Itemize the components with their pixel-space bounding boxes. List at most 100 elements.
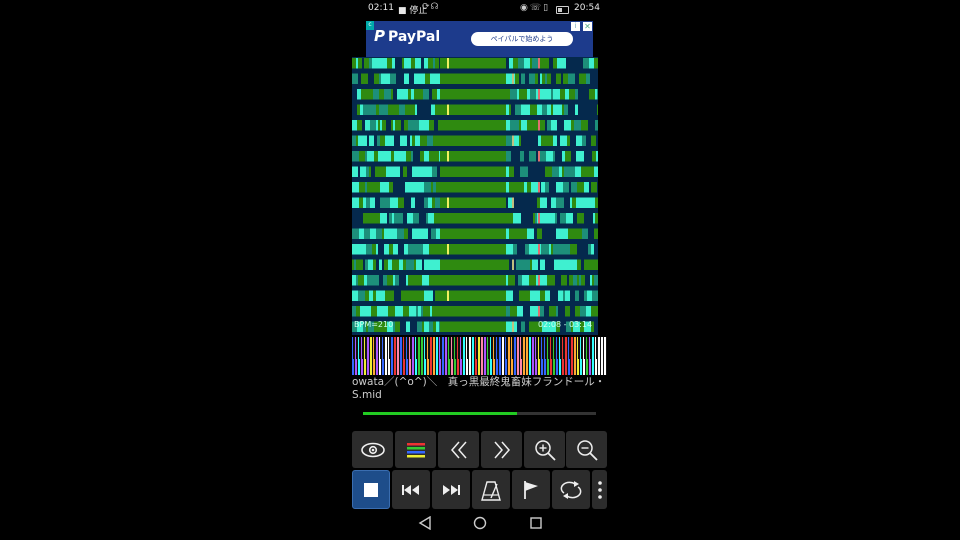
note-block — [535, 213, 537, 224]
note-block — [533, 213, 535, 224]
bpm-readout: BPM=210 — [354, 320, 394, 329]
note-block — [358, 213, 363, 224]
note-block — [569, 166, 575, 177]
note-block — [540, 290, 545, 301]
home-icon[interactable] — [473, 516, 487, 530]
zoom-in-button[interactable] — [524, 431, 565, 468]
note-block — [542, 166, 545, 177]
note-block — [571, 151, 576, 162]
note-block — [411, 197, 415, 208]
zoom-out-button[interactable] — [566, 431, 607, 468]
rewind-button[interactable] — [438, 431, 479, 468]
note-block — [404, 151, 406, 162]
color-bars-icon — [406, 442, 425, 457]
skip-previous-button[interactable] — [392, 470, 430, 509]
piano-key — [445, 337, 447, 375]
eye-button[interactable] — [352, 431, 393, 468]
loop-button[interactable] — [552, 470, 590, 509]
note-block — [411, 58, 415, 69]
note-block — [558, 197, 564, 208]
close-icon[interactable]: ✕ — [583, 22, 592, 31]
note-block — [385, 182, 389, 193]
note-block — [583, 58, 589, 69]
note-block — [393, 120, 395, 131]
recents-icon[interactable] — [529, 516, 543, 530]
note-block — [403, 182, 405, 193]
note-block — [429, 290, 433, 301]
note-block — [406, 259, 409, 270]
note-block — [388, 197, 390, 208]
note-block — [565, 89, 569, 100]
metronome-button[interactable] — [472, 470, 510, 509]
note-block — [430, 73, 433, 84]
ad-cta-button[interactable]: ペイパルで始めよう — [471, 32, 573, 46]
note-block — [585, 275, 590, 286]
metronome-icon — [481, 480, 501, 501]
ad-banner[interactable]: c P PayPal ペイパルで始めよう i ✕ — [366, 21, 593, 57]
note-block — [586, 135, 591, 146]
note-block — [531, 197, 537, 208]
note-block — [509, 228, 516, 239]
note-block — [515, 182, 518, 193]
skip-next-button[interactable] — [432, 470, 470, 509]
skip-previous-icon — [402, 484, 419, 495]
note-block — [521, 120, 527, 131]
note-block — [553, 89, 560, 100]
note-block — [506, 321, 513, 332]
note-block — [531, 120, 533, 131]
note-block — [560, 58, 566, 69]
note-block — [564, 104, 568, 115]
note-block — [434, 213, 436, 224]
note-block — [363, 104, 370, 115]
piano-key — [502, 337, 504, 375]
note-block — [395, 120, 397, 131]
note-block — [509, 58, 513, 69]
note-block — [352, 58, 356, 69]
note-block — [516, 120, 519, 131]
note-block — [421, 73, 425, 84]
status-time-left: 02:11 — [368, 3, 394, 13]
piano-key — [412, 337, 414, 375]
back-icon[interactable] — [418, 516, 432, 530]
note-block — [415, 104, 417, 115]
note-block — [562, 104, 564, 115]
piano-roll[interactable] — [352, 57, 598, 335]
note-block — [373, 213, 380, 224]
note-block — [570, 135, 576, 146]
note-block — [531, 166, 536, 177]
note-block — [557, 58, 560, 69]
more-button[interactable] — [592, 470, 607, 509]
note-block — [519, 197, 524, 208]
note-block — [390, 228, 397, 239]
note-block — [520, 151, 524, 162]
piano-key — [571, 337, 573, 375]
piano-black-key — [584, 337, 586, 359]
marker-button[interactable] — [512, 470, 550, 509]
piano-black-key — [455, 337, 457, 359]
piano-black-key — [428, 337, 430, 359]
piano-keyboard — [352, 337, 607, 375]
note-block — [422, 259, 424, 270]
note-block — [440, 228, 506, 239]
tracks-button[interactable] — [395, 431, 436, 468]
note-block — [406, 275, 408, 286]
note-block — [529, 275, 531, 286]
note-block — [404, 120, 408, 131]
note-block — [391, 166, 395, 177]
note-block — [361, 73, 363, 84]
note-block — [553, 151, 555, 162]
note-block — [515, 197, 519, 208]
note-block — [428, 228, 431, 239]
forward-button[interactable] — [481, 431, 522, 468]
note-block — [578, 151, 584, 162]
note-block — [392, 104, 397, 115]
stop-button[interactable] — [352, 470, 390, 509]
note-block — [562, 166, 564, 177]
note-block — [398, 151, 404, 162]
info-icon[interactable]: i — [571, 22, 580, 31]
note-block — [584, 151, 586, 162]
playback-progress[interactable] — [363, 412, 596, 415]
note-block — [525, 73, 529, 84]
note-block — [378, 151, 382, 162]
note-block — [527, 228, 529, 239]
